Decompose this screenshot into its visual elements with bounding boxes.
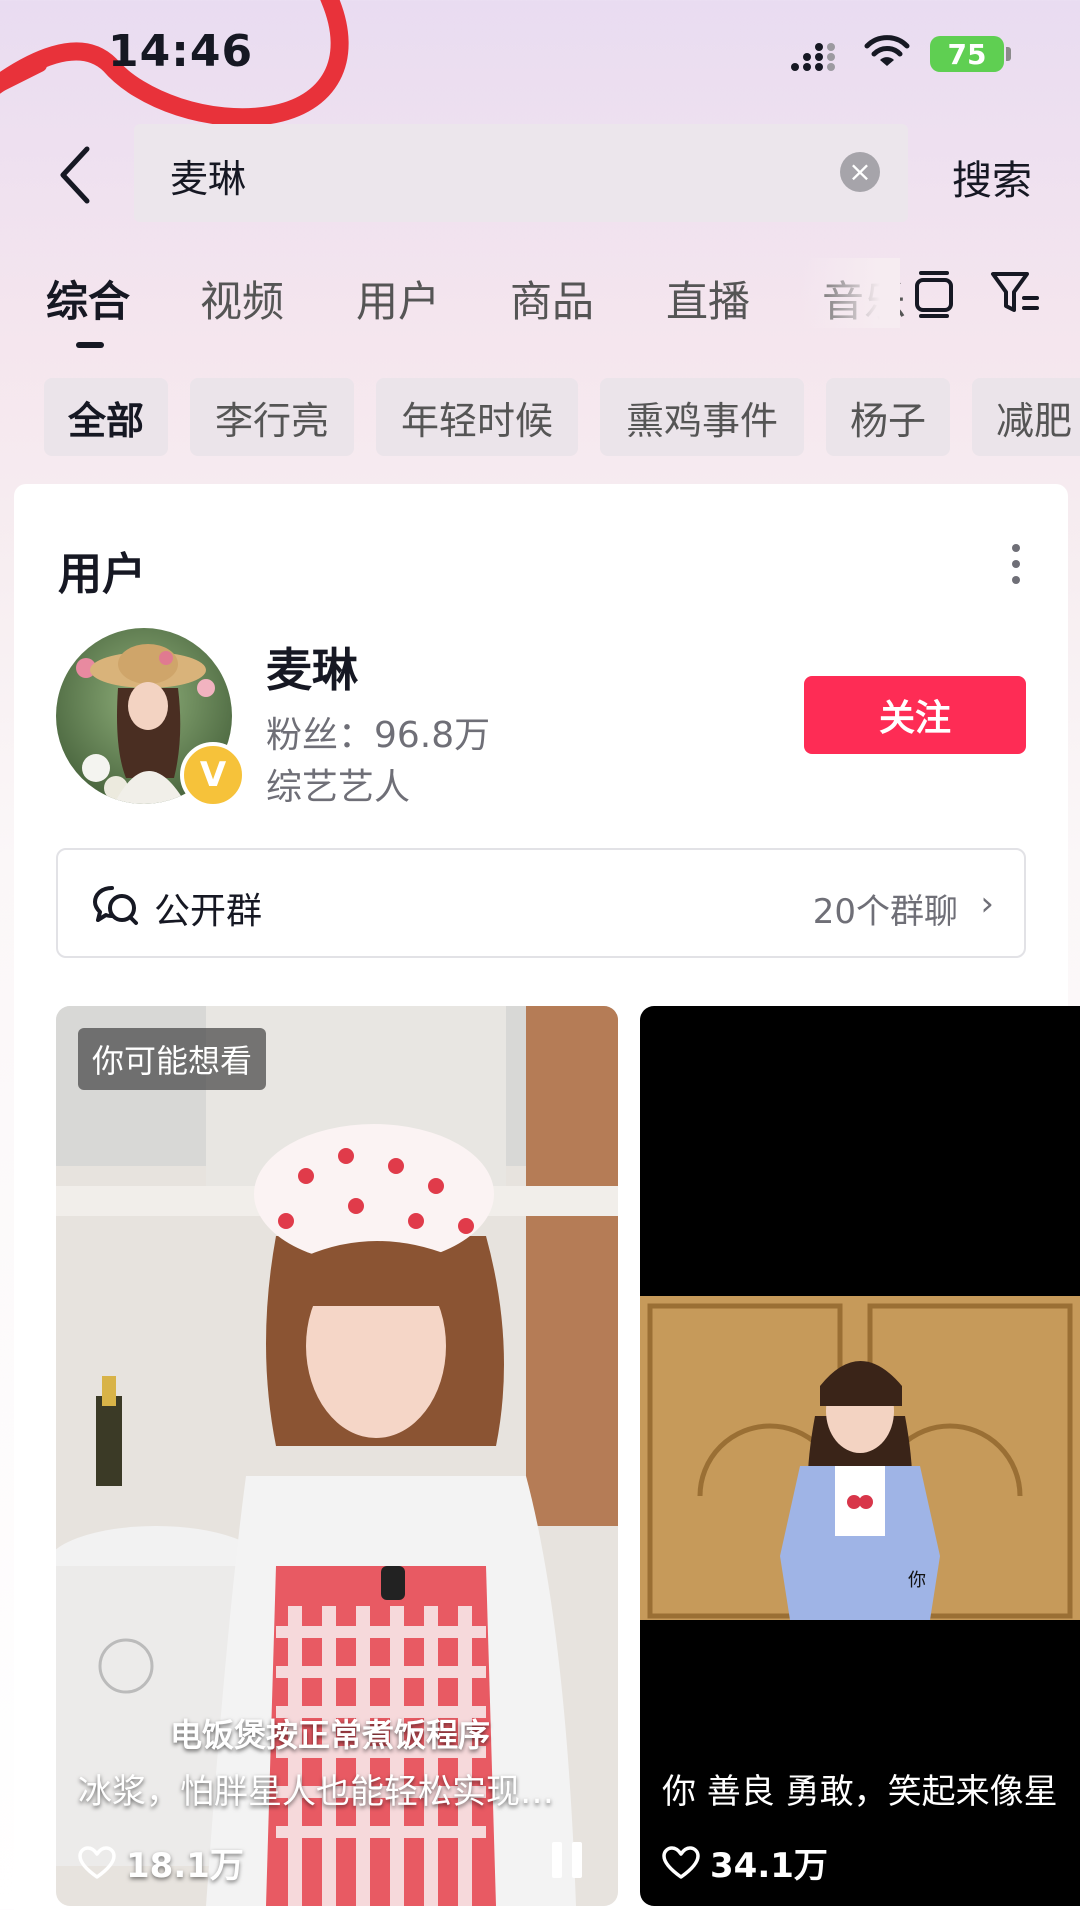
like-count: 18.1万 [78, 1838, 244, 1887]
tab-comprehensive[interactable]: 综合 [46, 268, 130, 329]
video-inline-subtitle: 你 [908, 1570, 926, 1591]
chevron-left-icon [60, 146, 90, 204]
follow-button[interactable]: 关注 [804, 676, 1026, 754]
like-count-value: 34.1万 [710, 1846, 828, 1886]
video-card[interactable]: 你可能想看 电饭煲按正常煮饭程序 冰浆，怕胖星人也能轻松实现… 18.1万 [56, 1006, 618, 1906]
layout-toggle-icon[interactable] [912, 270, 956, 318]
public-group-row[interactable]: 公开群 20个群聊 › [56, 848, 1026, 958]
search-input[interactable]: 麦琳 × [134, 124, 908, 222]
tab-users[interactable]: 用户 [356, 268, 440, 329]
heart-icon [78, 1845, 116, 1879]
follower-count: 粉丝：96.8万 [266, 715, 491, 756]
chip-all[interactable]: 全部 [44, 378, 168, 456]
chip-li-xingliang[interactable]: 李行亮 [190, 378, 354, 456]
user-category: 综艺艺人 [266, 767, 411, 808]
battery-level: 75 [930, 36, 1004, 72]
more-options-icon[interactable] [1006, 540, 1026, 590]
status-time: 14:46 [108, 26, 254, 77]
chip-smoked-chicken[interactable]: 熏鸡事件 [600, 378, 804, 456]
section-title: 用户 [58, 549, 146, 600]
back-button[interactable] [50, 140, 100, 210]
like-count-value: 18.1万 [126, 1846, 244, 1886]
cellular-signal-icon [791, 43, 835, 71]
tab-products[interactable]: 商品 [510, 268, 594, 329]
like-count: 34.1万 [662, 1838, 828, 1887]
video-card[interactable]: 你 你 善良 勇敢，笑起来像星 34.1万 [640, 1006, 1080, 1906]
recommend-badge: 你可能想看 [78, 1028, 267, 1090]
tab-live[interactable]: 直播 [666, 268, 750, 329]
chevron-right-icon: › [980, 884, 994, 924]
clear-icon[interactable]: × [840, 152, 880, 192]
search-query-text: 麦琳 [170, 157, 247, 201]
battery-cap [1006, 47, 1011, 61]
tab-video[interactable]: 视频 [200, 268, 284, 329]
chip-yangzi[interactable]: 杨子 [826, 378, 950, 456]
heart-icon [662, 1845, 700, 1879]
wifi-icon [864, 35, 910, 66]
filter-icon[interactable] [990, 270, 1040, 316]
pause-icon[interactable] [550, 1840, 584, 1880]
chip-diet[interactable]: 减肥 [972, 378, 1080, 456]
video-subtitle: 电饭煲按正常煮饭程序 [170, 1716, 491, 1754]
tab-fade [800, 258, 900, 328]
video-thumbnail [640, 1296, 1080, 1620]
group-label: 公开群 [154, 891, 263, 932]
group-count: 20个群聊 [812, 892, 958, 932]
video-caption: 冰浆，怕胖星人也能轻松实现… [78, 1772, 554, 1812]
verified-badge-icon: V [180, 742, 246, 808]
video-caption: 你 善良 勇敢，笑起来像星 [662, 1772, 1058, 1812]
group-chat-icon [93, 886, 138, 925]
search-button[interactable]: 搜索 [952, 148, 1032, 206]
tab-indicator [76, 342, 104, 348]
user-name[interactable]: 麦琳 [266, 634, 358, 700]
chip-young-days[interactable]: 年轻时候 [376, 378, 578, 456]
